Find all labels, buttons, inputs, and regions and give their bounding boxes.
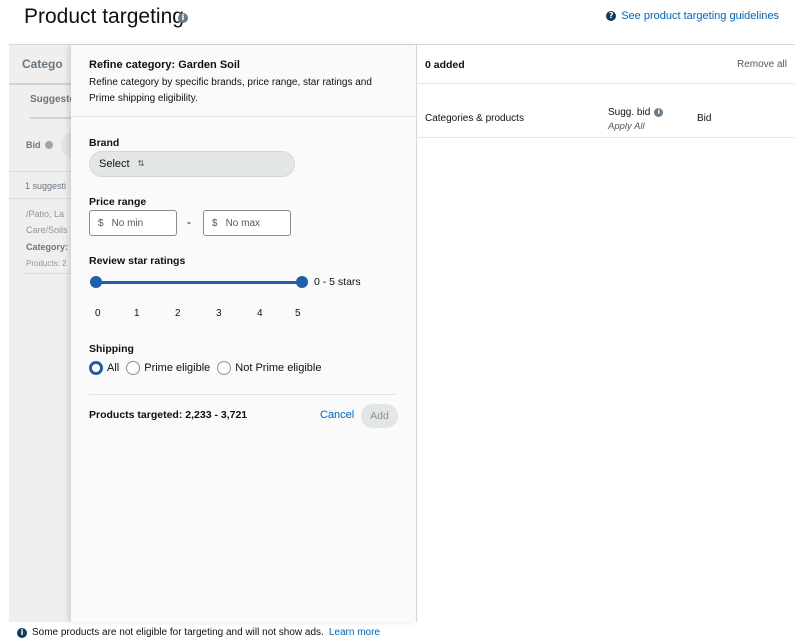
tab-underline — [9, 83, 71, 85]
page-header: Product targeting i ? See product target… — [0, 0, 800, 44]
radio-unchecked-icon — [217, 361, 232, 375]
sugg-bid-label: Sugg. bid — [608, 107, 651, 118]
tab-categories[interactable]: Catego — [22, 57, 63, 71]
currency-symbol: $ — [98, 217, 104, 229]
price-range-label: Price range — [89, 196, 147, 208]
bid-label: Bid — [26, 140, 53, 150]
radio-unchecked-icon — [126, 361, 141, 375]
shipping-options: All Prime eligible Not Prime eligible — [89, 361, 328, 375]
added-count: 0 added — [425, 59, 465, 71]
refine-title: Refine category: Garden Soil — [89, 59, 240, 71]
cancel-button[interactable]: Cancel — [320, 409, 354, 421]
info-icon[interactable] — [44, 141, 53, 149]
radio-label: Not Prime eligible — [235, 362, 322, 374]
divider — [9, 171, 71, 172]
currency-symbol: $ — [212, 217, 218, 229]
notice-text: Some products are not eligible for targe… — [32, 627, 324, 638]
shipping-label: Shipping — [89, 343, 134, 355]
eligibility-notice: i Some products are not eligible for tar… — [17, 627, 380, 638]
slider-tick: 3 — [216, 308, 222, 319]
subtab-underline — [30, 117, 71, 119]
column-header-sugg-bid: Sugg. bid i — [608, 107, 664, 118]
rating-slider-max-thumb[interactable] — [296, 276, 308, 288]
added-targets-pane: 0 added Remove all Categories & products… — [418, 45, 795, 622]
divider — [9, 198, 71, 199]
bid-label-text: Bid — [26, 140, 41, 150]
divider — [71, 116, 417, 117]
brand-select[interactable]: Select ⇅ — [89, 151, 295, 177]
rating-slider-track[interactable] — [96, 281, 302, 284]
radio-label: Prime eligible — [144, 362, 211, 374]
rating-slider-min-thumb[interactable] — [90, 276, 102, 288]
price-max-input[interactable]: $ No max — [203, 210, 291, 236]
column-header-bid: Bid — [697, 113, 712, 124]
products-targeted: Products targeted: 2,233 - 3,721 — [89, 409, 248, 421]
remove-all-button[interactable]: Remove all — [737, 59, 787, 70]
refine-description: Refine category by specific brands, pric… — [89, 77, 372, 104]
rating-value: 0 - 5 stars — [314, 276, 361, 288]
brand-label: Brand — [89, 137, 120, 149]
max-placeholder: No max — [225, 217, 261, 229]
page-title: Product targeting — [24, 5, 184, 28]
category-path-line: Care/Soils — [26, 225, 68, 235]
slider-tick: 2 — [175, 308, 181, 319]
divider — [418, 137, 795, 138]
help-icon: ? — [606, 11, 617, 21]
sort-arrows-icon: ⇅ — [137, 159, 145, 168]
divider — [24, 273, 71, 274]
apply-all-link[interactable]: Apply All — [608, 121, 645, 132]
info-icon[interactable]: i — [178, 13, 188, 23]
slider-tick: 5 — [295, 308, 301, 319]
info-icon[interactable]: i — [654, 108, 664, 117]
radio-checked-icon — [89, 361, 103, 375]
subtab-suggested[interactable]: Suggeste — [30, 94, 75, 105]
shipping-radio-all[interactable]: All — [89, 361, 119, 375]
info-icon: i — [17, 627, 27, 638]
brand-select-value: Select — [99, 158, 130, 170]
slider-tick: 0 — [95, 308, 101, 319]
add-button[interactable]: Add — [361, 404, 398, 428]
category-path-line: /Patio, La — [26, 209, 65, 219]
radio-label: All — [107, 362, 120, 374]
column-header-categories: Categories & products — [425, 113, 524, 124]
price-separator: - — [187, 215, 191, 229]
divider — [418, 83, 795, 84]
refine-category-panel: Refine category: Garden Soil Refine cate… — [71, 45, 417, 622]
slider-tick: 4 — [257, 308, 263, 319]
shipping-radio-prime[interactable]: Prime eligible — [126, 361, 210, 375]
suggestions-count: 1 suggesti — [25, 181, 67, 191]
learn-more-link[interactable]: Learn more — [329, 627, 380, 638]
category-label: Category: — [26, 242, 69, 252]
shipping-radio-not-prime[interactable]: Not Prime eligible — [217, 361, 321, 375]
min-placeholder: No min — [111, 217, 144, 229]
products-count: Products: 2 — [26, 259, 67, 268]
price-min-input[interactable]: $ No min — [89, 210, 177, 236]
guidelines-link[interactable]: ? See product targeting guidelines — [606, 10, 779, 22]
slider-tick: 1 — [134, 308, 140, 319]
guidelines-link-label: See product targeting guidelines — [621, 10, 779, 22]
divider — [89, 394, 397, 395]
rating-label: Review star ratings — [89, 255, 186, 267]
